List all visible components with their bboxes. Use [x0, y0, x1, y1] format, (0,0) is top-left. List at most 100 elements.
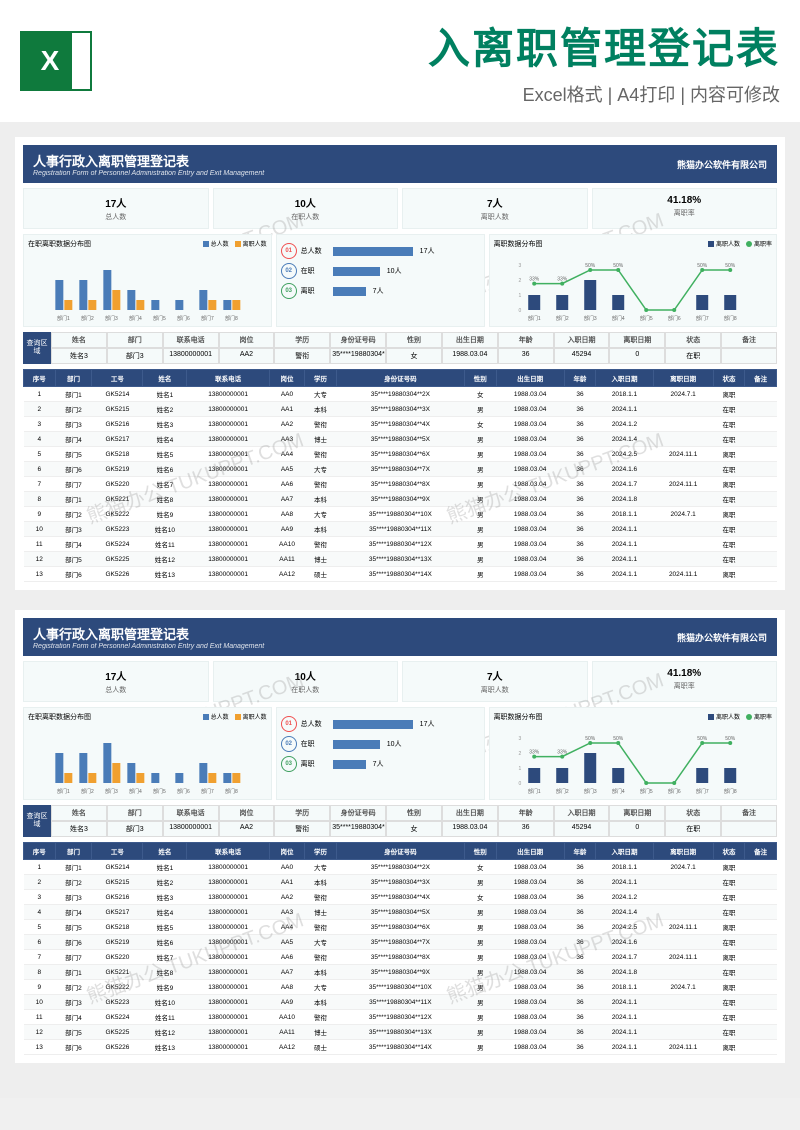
- table-row[interactable]: 6部门6GK5219姓名613800000001AA5大专35****19880…: [24, 462, 777, 477]
- table-header: 状态: [713, 843, 745, 860]
- table-row[interactable]: 5部门5GK5218姓名513800000001AA4警衔35****19880…: [24, 920, 777, 935]
- table-cell: 女: [464, 860, 496, 875]
- table-row[interactable]: 8部门1GK5221姓名813800000001AA7本科35****19880…: [24, 492, 777, 507]
- stat-value: 7人: [405, 668, 585, 683]
- table-row[interactable]: 6部门6GK5219姓名613800000001AA5大专35****19880…: [24, 935, 777, 950]
- query-value[interactable]: 警衔: [274, 348, 330, 364]
- query-value[interactable]: 女: [386, 821, 442, 837]
- table-row[interactable]: 4部门4GK5217姓名413800000001AA3博士35****19880…: [24, 905, 777, 920]
- query-value[interactable]: 0: [609, 821, 665, 837]
- table-row[interactable]: 2部门2GK5215姓名213800000001AA1本科35****19880…: [24, 402, 777, 417]
- table-cell: 1988.03.04: [496, 417, 564, 432]
- table-cell: GK5224: [92, 537, 143, 552]
- table-cell: 在职: [713, 552, 745, 567]
- table-row[interactable]: 9部门2GK5222姓名913800000001AA8大专35****19880…: [24, 980, 777, 995]
- query-value[interactable]: 35****19880304**4X: [330, 821, 386, 837]
- query-value[interactable]: [721, 348, 777, 364]
- table-cell: 在职: [713, 935, 745, 950]
- table-cell: 12: [24, 1025, 56, 1040]
- table-cell: AA6: [269, 950, 304, 965]
- query-header: 联系电话: [163, 332, 219, 348]
- query-value[interactable]: 在职: [665, 821, 721, 837]
- table-row[interactable]: 12部门5GK5225姓名1213800000001AA11博士35****19…: [24, 552, 777, 567]
- table-cell: 36: [564, 462, 596, 477]
- table-row[interactable]: 7部门7GK5220姓名713800000001AA6警衔35****19880…: [24, 477, 777, 492]
- table-row[interactable]: 13部门6GK5226姓名1313800000001AA12硕士35****19…: [24, 1040, 777, 1055]
- stat-label: 离职率: [595, 208, 775, 218]
- query-value[interactable]: [721, 821, 777, 837]
- table-row[interactable]: 8部门1GK5221姓名813800000001AA7本科35****19880…: [24, 965, 777, 980]
- table-cell: 35****19880304**3X: [336, 875, 464, 890]
- query-value[interactable]: 36: [498, 821, 554, 837]
- query-value[interactable]: 36: [498, 348, 554, 364]
- table-row[interactable]: 11部门4GK5224姓名1113800000001AA10警衔35****19…: [24, 537, 777, 552]
- table-cell: 13: [24, 567, 56, 582]
- query-header: 备注: [721, 332, 777, 348]
- table-cell: 36: [564, 1010, 596, 1025]
- svg-text:部门8: 部门8: [723, 788, 736, 795]
- hbar-value: 17人: [420, 246, 435, 256]
- query-value[interactable]: 部门3: [107, 821, 163, 837]
- svg-text:部门6: 部门6: [177, 315, 190, 322]
- query-header: 身份证号码: [330, 332, 386, 348]
- table-row[interactable]: 10部门3GK5223姓名1013800000001AA9本科35****198…: [24, 522, 777, 537]
- svg-text:2: 2: [518, 751, 521, 757]
- table-row[interactable]: 12部门5GK5225姓名1213800000001AA11博士35****19…: [24, 1025, 777, 1040]
- table-row[interactable]: 5部门5GK5218姓名513800000001AA4警衔35****19880…: [24, 447, 777, 462]
- table-cell: GK5215: [92, 875, 143, 890]
- table-cell: 姓名5: [143, 447, 187, 462]
- table-row[interactable]: 1部门1GK5214姓名113800000001AA0大专35****19880…: [24, 860, 777, 875]
- table-row[interactable]: 10部门3GK5223姓名1013800000001AA9本科35****198…: [24, 995, 777, 1010]
- table-cell: 姓名1: [143, 860, 187, 875]
- stat-box: 10人 在职人数: [213, 661, 399, 702]
- table-cell: [745, 890, 777, 905]
- svg-text:部门5: 部门5: [153, 315, 166, 322]
- table-header: 身份证号码: [336, 370, 464, 387]
- query-value[interactable]: 警衔: [274, 821, 330, 837]
- query-value[interactable]: 13800000001: [163, 348, 219, 364]
- table-row[interactable]: 1部门1GK5214姓名113800000001AA0大专35****19880…: [24, 387, 777, 402]
- query-value[interactable]: AA2: [219, 821, 275, 837]
- query-value[interactable]: 35****19880304**4X: [330, 348, 386, 364]
- table-row[interactable]: 7部门7GK5220姓名713800000001AA6警衔35****19880…: [24, 950, 777, 965]
- table-cell: [653, 935, 713, 950]
- hbar-value: 7人: [373, 759, 384, 769]
- svg-text:部门5: 部门5: [639, 315, 652, 322]
- sheet-title: 人事行政入离职管理登记表: [33, 151, 264, 170]
- query-value[interactable]: 部门3: [107, 348, 163, 364]
- query-value[interactable]: 0: [609, 348, 665, 364]
- query-value[interactable]: AA2: [219, 348, 275, 364]
- table-row[interactable]: 3部门3GK5216姓名313800000001AA2警衔35****19880…: [24, 890, 777, 905]
- query-value[interactable]: 在职: [665, 348, 721, 364]
- query-value[interactable]: 女: [386, 348, 442, 364]
- table-cell: 在职: [713, 995, 745, 1010]
- table-row[interactable]: 3部门3GK5216姓名313800000001AA2警衔35****19880…: [24, 417, 777, 432]
- hbar-row: 03 离职 7人: [281, 756, 480, 772]
- query-area: 查询区域姓名部门联系电话岗位学历身份证号码性别出生日期年龄入职日期离职日期状态备…: [23, 805, 777, 837]
- stat-label: 总人数: [26, 212, 206, 222]
- chart-distribution: 在职离职数据分布图 总人数 离职人数 部门1部门2部门3部门4部门5部门6部门7…: [23, 234, 272, 327]
- table-cell: 13800000001: [187, 995, 269, 1010]
- query-value[interactable]: 1988.03.04: [442, 821, 498, 837]
- table-cell: 13800000001: [187, 935, 269, 950]
- table-cell: 部门2: [55, 507, 92, 522]
- table-cell: 女: [464, 387, 496, 402]
- query-value[interactable]: 13800000001: [163, 821, 219, 837]
- table-cell: 13800000001: [187, 1010, 269, 1025]
- table-cell: 大专: [305, 507, 337, 522]
- query-value[interactable]: 45294: [554, 348, 610, 364]
- query-value[interactable]: 姓名3: [51, 821, 107, 837]
- table-row[interactable]: 13部门6GK5226姓名1313800000001AA12硕士35****19…: [24, 567, 777, 582]
- svg-text:部门1: 部门1: [57, 788, 70, 795]
- table-cell: 36: [564, 507, 596, 522]
- table-row[interactable]: 2部门2GK5215姓名213800000001AA1本科35****19880…: [24, 875, 777, 890]
- chart-summary-bars: 01 总人数 17人 02 在职 10人 03 离职 7人: [276, 707, 485, 800]
- table-cell: GK5223: [92, 522, 143, 537]
- query-value[interactable]: 45294: [554, 821, 610, 837]
- table-row[interactable]: 11部门4GK5224姓名1113800000001AA10警衔35****19…: [24, 1010, 777, 1025]
- query-value[interactable]: 1988.03.04: [442, 348, 498, 364]
- table-row[interactable]: 9部门2GK5222姓名913800000001AA8大专35****19880…: [24, 507, 777, 522]
- table-row[interactable]: 4部门4GK5217姓名413800000001AA3博士35****19880…: [24, 432, 777, 447]
- table-cell: 男: [464, 920, 496, 935]
- query-value[interactable]: 姓名3: [51, 348, 107, 364]
